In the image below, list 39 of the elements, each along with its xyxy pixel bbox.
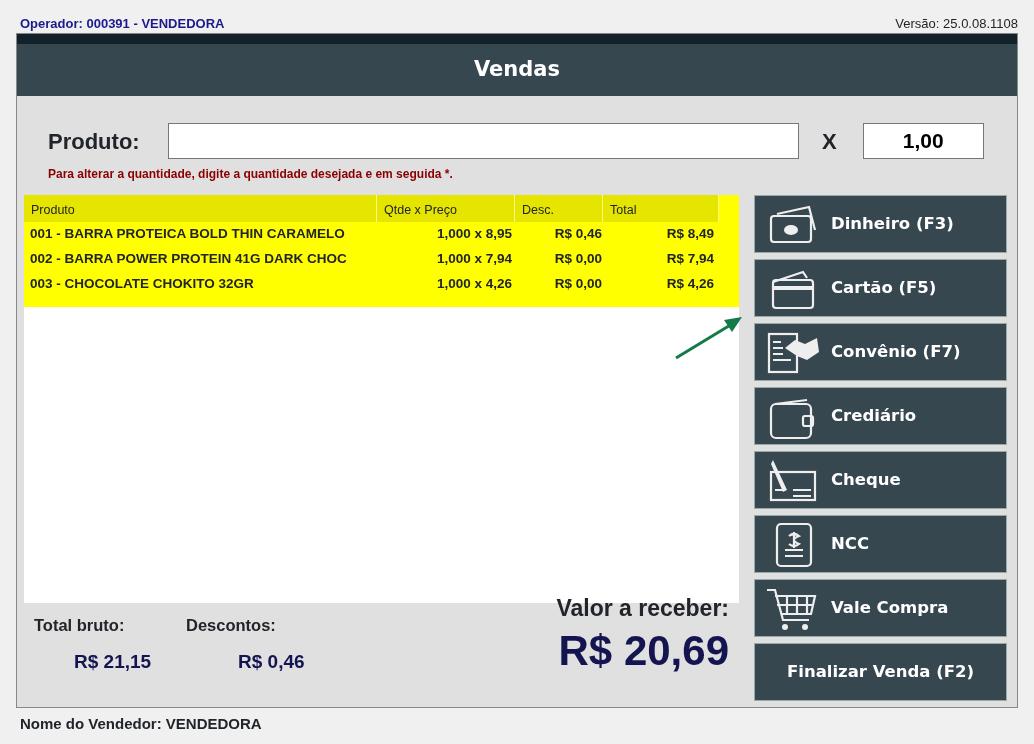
gross-total-label: Total bruto:: [34, 615, 126, 636]
payment-button[interactable]: Finalizar Venda (F2): [754, 643, 1007, 701]
payment-button[interactable]: NCC: [754, 515, 1007, 573]
table-cell-text: R$ 0,00: [553, 275, 602, 294]
amount-due-label: Valor a receber:: [556, 594, 729, 623]
payment-button[interactable]: Dinheiro (F3): [754, 195, 1007, 253]
amount-due-value: R$ 20,69: [558, 625, 729, 676]
column-header[interactable]: Total: [603, 195, 719, 222]
payment-button[interactable]: Cheque: [754, 451, 1007, 509]
version-label: Versão: 25.0.08.1108: [895, 14, 1018, 33]
product-field[interactable]: [168, 123, 799, 159]
product-label: Produto:: [48, 127, 141, 156]
table-cell-text: R$ 7,94: [665, 250, 714, 269]
operator-label: Operador: 000391 - VENDEDORA: [20, 14, 225, 33]
product-cell-text: 002 - BARRA POWER PROTEIN 41G DARK CHOC: [29, 250, 348, 269]
salesperson-label: Nome do Vendedor: VENDEDORA: [20, 715, 262, 732]
hint-text: Para alterar a quantidade, digite a quantidade desejada e em seguida *.: [48, 167, 453, 181]
quantity-field[interactable]: 1,00: [862, 123, 984, 159]
table-cell-text: 1,000 x 4,26: [435, 275, 512, 294]
table-cell-text: 1,000 x 8,95: [435, 225, 512, 244]
table-cell-text: R$ 0,00: [553, 250, 602, 269]
payment-button[interactable]: Cartão (F5): [754, 259, 1007, 317]
multiply-label: X: [822, 127, 837, 156]
column-header[interactable]: Qtde x Preço: [377, 195, 515, 222]
table-cell-text: R$ 4,26: [665, 275, 714, 294]
window-title: Vendas: [17, 44, 1017, 96]
table-cell-text: 1,000 x 7,94: [435, 250, 512, 269]
table-cell-text: R$ 0,46: [553, 225, 602, 244]
column-header[interactable]: Desc.: [515, 195, 603, 222]
discount-value: R$ 0,46: [238, 650, 305, 672]
discount-label: Descontos:: [186, 615, 277, 636]
payment-button[interactable]: Crediário: [754, 387, 1007, 445]
payment-button[interactable]: Convênio (F7): [754, 323, 1007, 381]
table-cell-text: R$ 8,49: [665, 225, 714, 244]
payment-button[interactable]: Vale Compra: [754, 579, 1007, 637]
gross-total-value: R$ 21,15: [74, 650, 152, 672]
product-cell-text: 001 - BARRA PROTEICA BOLD THIN CARAMELO: [29, 225, 346, 244]
product-cell-text: 003 - CHOCOLATE CHOKITO 32GR: [29, 275, 255, 294]
column-header[interactable]: Produto: [24, 195, 377, 222]
